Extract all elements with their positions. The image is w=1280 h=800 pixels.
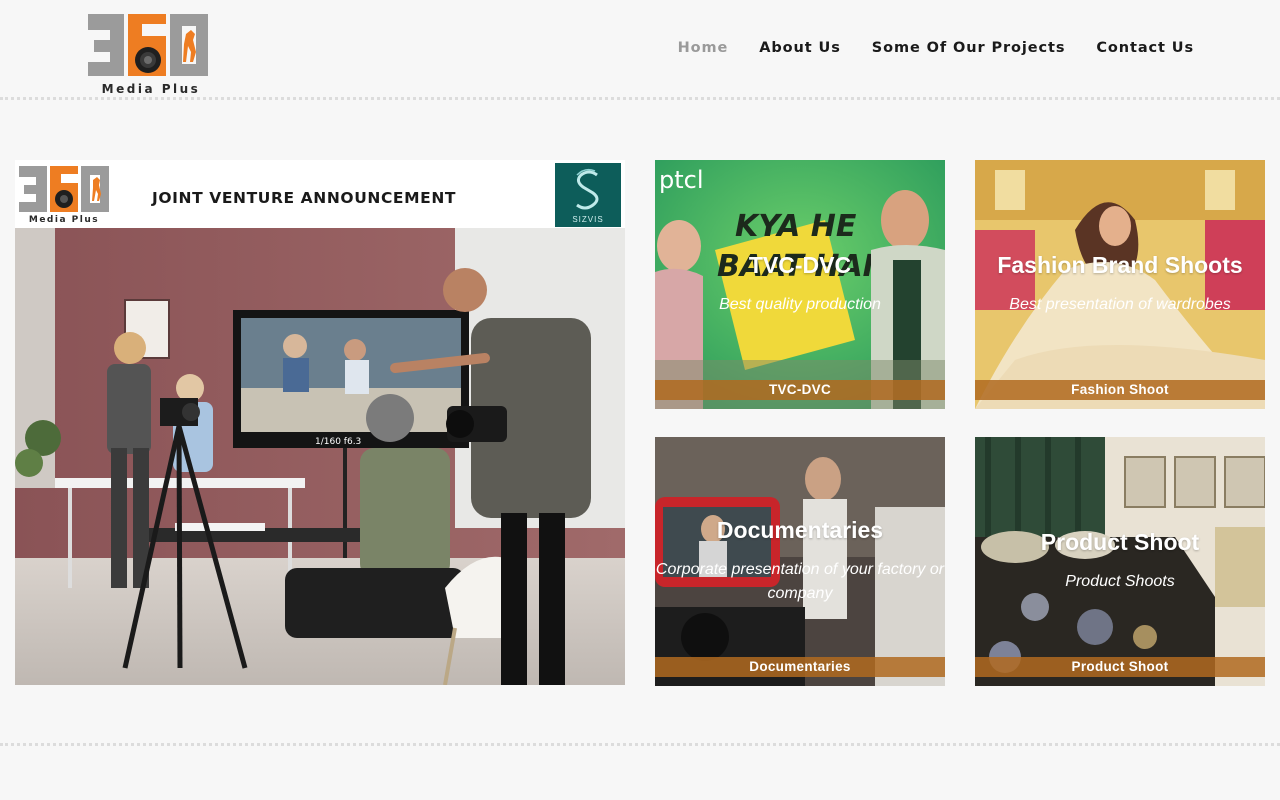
nav-projects[interactable]: Some Of Our Projects [872, 40, 1066, 56]
ad-slogan-line1: KYA HE [735, 209, 857, 244]
card-title: TVC-DVC [748, 252, 852, 278]
card-title: Product Shoot [1040, 529, 1200, 555]
card-subtitle: Corporate presentation of your factory o… [655, 561, 945, 602]
small-logo: Media Plus [19, 166, 109, 225]
card-title: Fashion Brand Shoots [997, 252, 1243, 278]
header-divider [0, 97, 1280, 100]
site-logo[interactable]: Media Plus [86, 10, 212, 96]
logo-wordmark: Media Plus [101, 82, 201, 96]
main-nav: Home About Us Some Of Our Projects Conta… [678, 40, 1194, 56]
card-subtitle: Product Shoots [1065, 573, 1175, 590]
card-title: Documentaries [716, 517, 884, 543]
monitor-readout: 1/160 f6.3 [315, 437, 361, 447]
card-documentaries[interactable]: Documentaries Corporate presentation of … [655, 437, 945, 686]
film-set-photo: 1/160 f6.3 [15, 228, 625, 685]
card-subtitle: Best presentation of wardrobes [1009, 296, 1231, 313]
card-tvc-dvc[interactable]: ptcl KYA HE BAAT HAI TVC-DVC Best qualit… [655, 160, 945, 409]
site-header: Media Plus Home About Us Some Of Our Pro… [0, 0, 1280, 100]
ptcl-logo-text: ptcl [659, 166, 704, 194]
footer-divider [0, 743, 1280, 746]
product-shoot-photo [975, 437, 1265, 686]
nav-about-us[interactable]: About Us [759, 40, 840, 56]
nav-contact-us[interactable]: Contact Us [1096, 40, 1194, 56]
fashion-shoot-photo [975, 160, 1265, 409]
partner-name: SIZVIS [572, 215, 604, 224]
announcement-banner: Media Plus JOINT VENTURE ANNOUNCEMENT SI… [15, 160, 625, 228]
logo-360-graphic [88, 14, 208, 76]
nav-home[interactable]: Home [678, 40, 729, 56]
card-caption-bar: Product Shoot [975, 657, 1265, 677]
featured-announcement[interactable]: Media Plus JOINT VENTURE ANNOUNCEMENT SI… [15, 160, 625, 685]
announcement-heading: JOINT VENTURE ANNOUNCEMENT [152, 189, 457, 207]
partner-logo: SIZVIS [555, 163, 621, 227]
card-product-shoot[interactable]: Product Shoot Product Shoots Product Sho… [975, 437, 1265, 686]
card-caption-bar: Fashion Shoot [975, 380, 1265, 400]
tvc-ad-photo: ptcl KYA HE BAAT HAI [655, 160, 945, 409]
card-subtitle: Best quality production [719, 296, 881, 313]
card-fashion-brand-shoots[interactable]: Fashion Brand Shoots Best presentation o… [975, 160, 1265, 409]
small-logo-wordmark: Media Plus [29, 215, 99, 225]
card-caption-bar: Documentaries [655, 657, 945, 677]
card-caption-bar: TVC-DVC [655, 380, 945, 400]
sizvis-s-icon [576, 168, 599, 210]
